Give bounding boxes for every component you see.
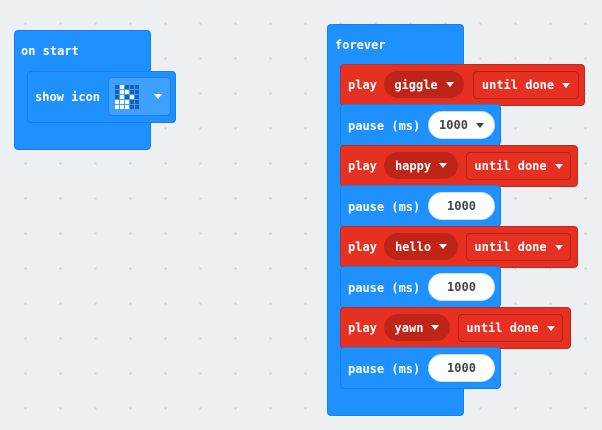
until-done-dropdown[interactable]: until done (466, 233, 571, 261)
until-done-dropdown[interactable]: until done (458, 314, 563, 342)
until-done-label: until done (466, 321, 539, 335)
sound-dropdown[interactable]: happy (384, 152, 458, 179)
chevron-down-icon (546, 325, 555, 331)
until-done-label: until done (474, 240, 547, 254)
pause-value: 1000 (447, 199, 476, 213)
pause-value: 1000 (447, 280, 476, 294)
sound-name: yawn (394, 320, 424, 335)
forever-label: forever (335, 38, 386, 52)
sound-dropdown[interactable]: hello (384, 233, 458, 260)
play-label: play (348, 321, 377, 335)
play-label: play (348, 240, 377, 254)
icon-dropdown[interactable] (108, 77, 171, 116)
chevron-down-icon (154, 94, 162, 99)
until-done-dropdown[interactable]: until done (473, 71, 579, 99)
chevron-down-icon (554, 244, 563, 250)
chevron-down-icon (445, 82, 454, 87)
chevron-down-icon (562, 82, 571, 88)
pause-label: pause (ms) (348, 362, 421, 376)
until-done-dropdown[interactable]: until done (466, 152, 571, 180)
chevron-down-icon (439, 244, 448, 249)
pause-value-input[interactable]: 1000 (428, 192, 495, 220)
pause-value-input[interactable]: 1000 (428, 354, 495, 382)
sound-dropdown[interactable]: giggle (384, 71, 464, 98)
pause-label: pause (ms) (348, 119, 421, 133)
until-done-label: until done (481, 78, 555, 92)
show-icon-label: show icon (35, 90, 101, 104)
play-label: play (348, 78, 377, 92)
pause-label: pause (ms) (348, 281, 421, 295)
pause-label: pause (ms) (348, 200, 421, 214)
pause-value: 1000 (447, 361, 476, 375)
sound-name: happy (394, 158, 432, 173)
chevron-down-icon (431, 325, 440, 330)
on-start-label: on start (21, 44, 79, 58)
pause-value: 1000 (439, 118, 468, 132)
chevron-down-icon (439, 163, 448, 168)
sound-dropdown[interactable]: yawn (384, 314, 450, 341)
pause-value-input[interactable]: 1000 (428, 111, 495, 139)
sound-name: hello (394, 239, 432, 254)
sound-name: giggle (394, 77, 438, 92)
until-done-label: until done (474, 159, 547, 173)
led-icon-pattern (115, 85, 139, 109)
chevron-down-icon (475, 122, 484, 128)
chevron-down-icon (554, 163, 563, 169)
play-label: play (348, 159, 377, 173)
pause-value-input[interactable]: 1000 (428, 273, 495, 301)
